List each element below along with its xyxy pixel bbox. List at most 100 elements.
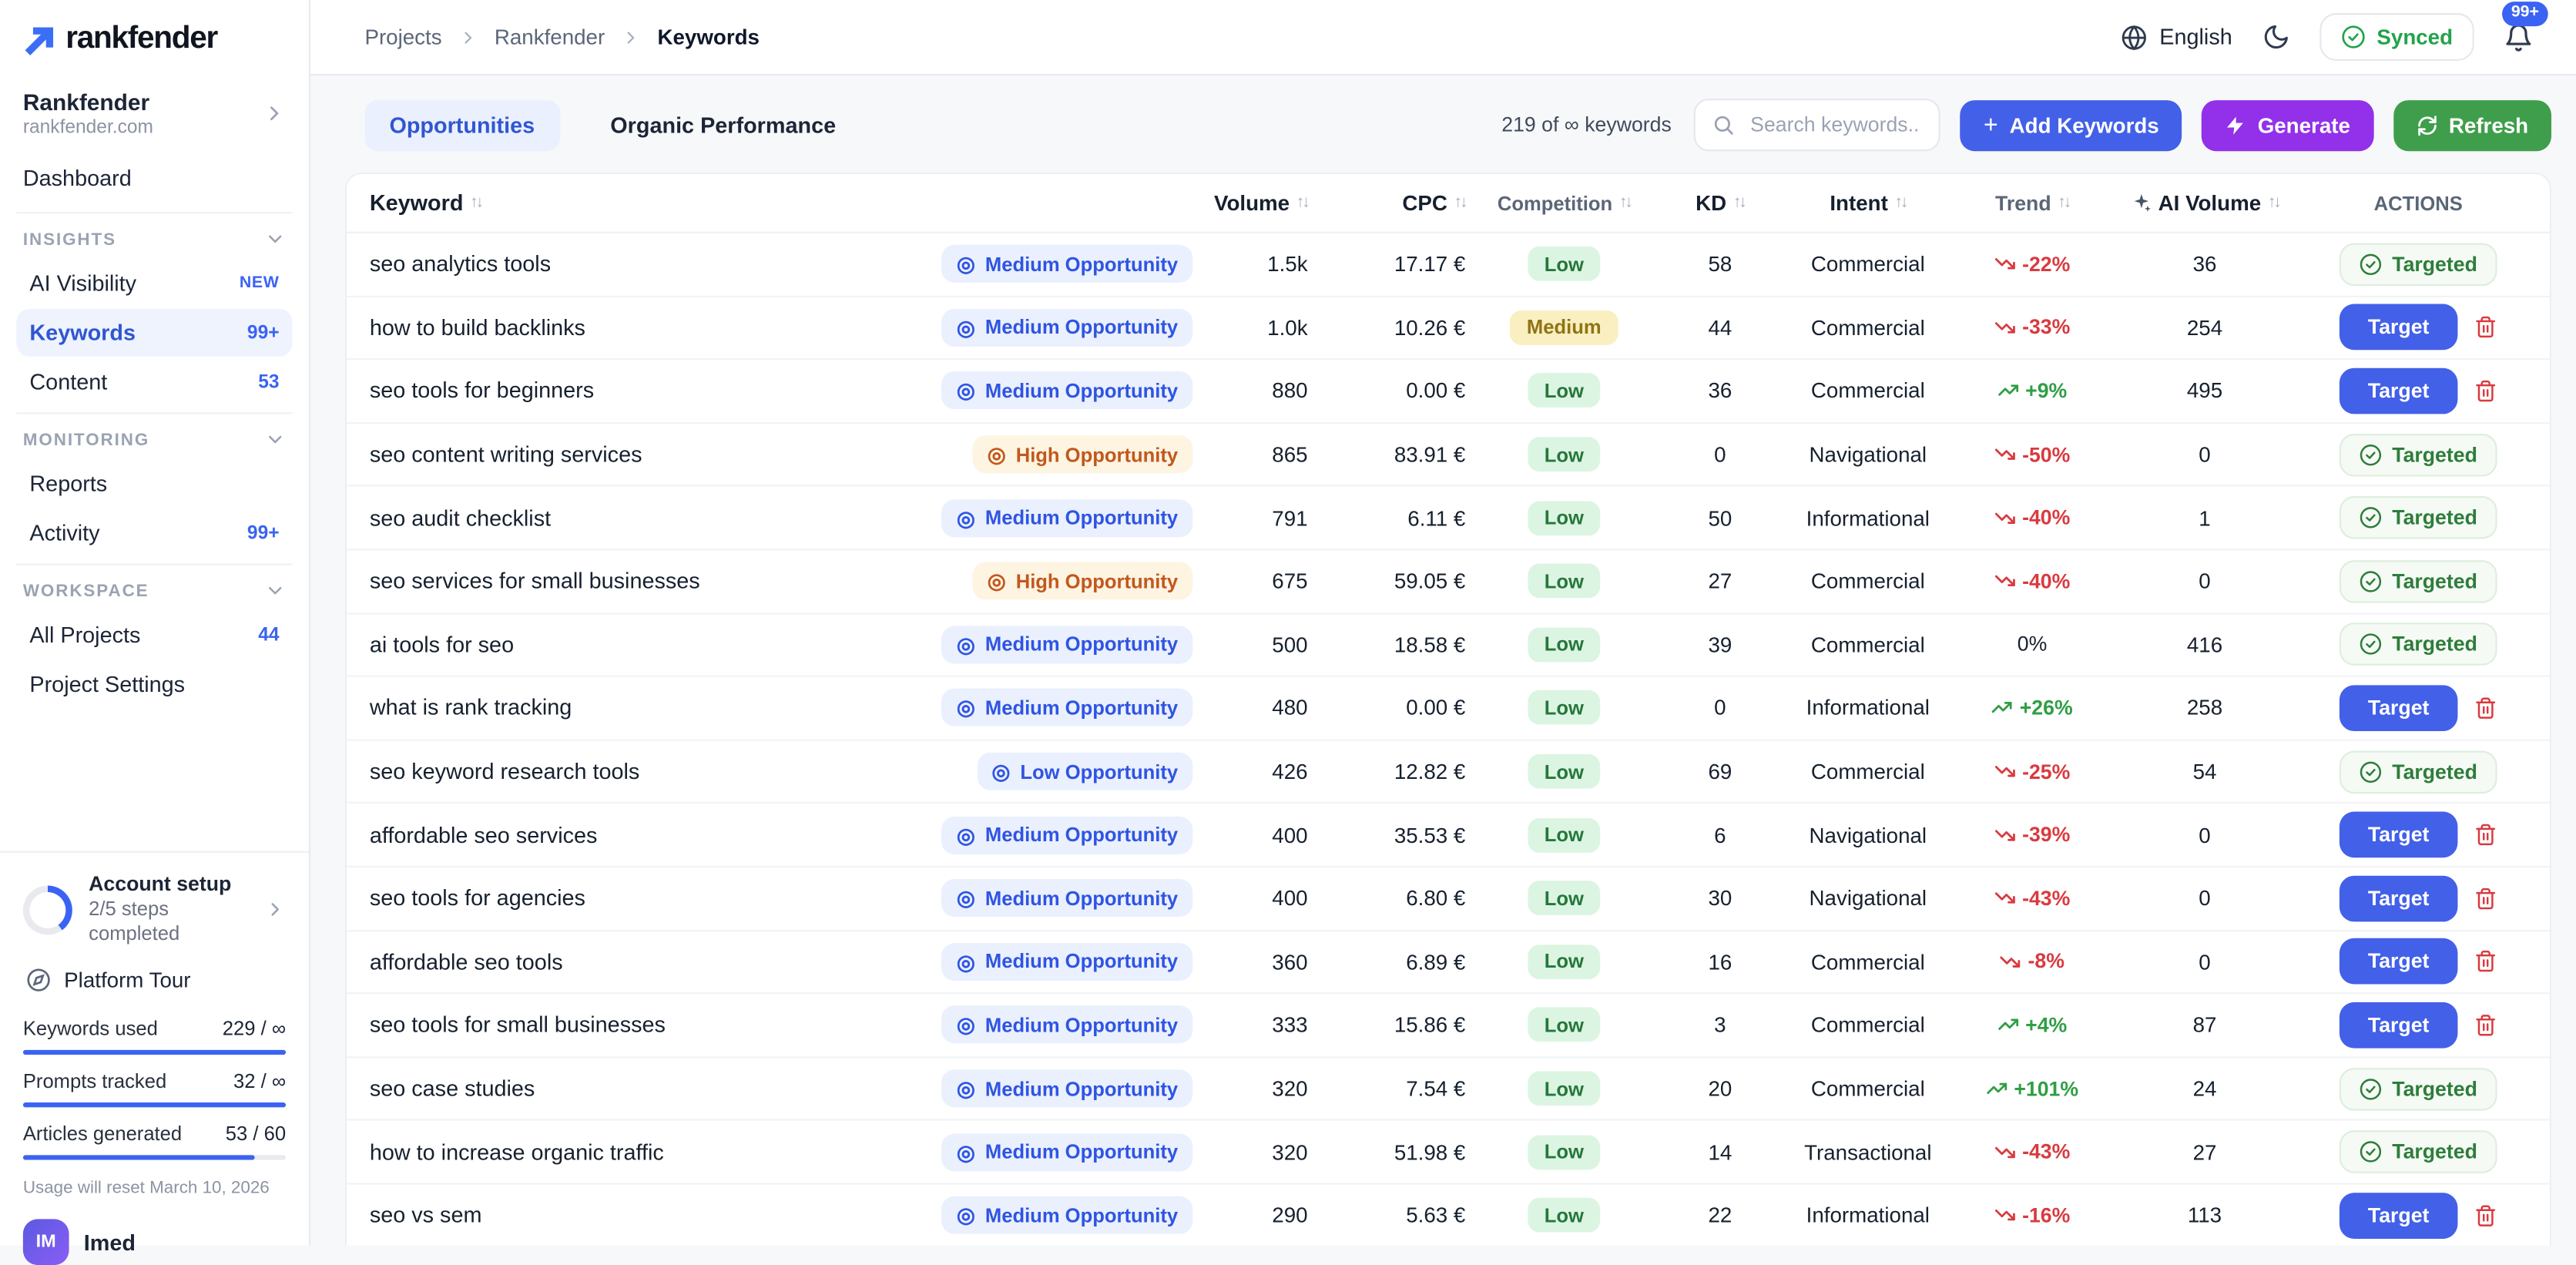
targeted-status-pill[interactable]: Targeted bbox=[2340, 243, 2497, 285]
target-button[interactable]: Target bbox=[2340, 812, 2457, 858]
target-button[interactable]: Target bbox=[2340, 1193, 2457, 1239]
notifications-button[interactable]: 99+ bbox=[2504, 22, 2533, 52]
column-header-intent[interactable]: Intent↑↓ bbox=[1778, 190, 1959, 215]
user-name: Imed bbox=[84, 1230, 136, 1254]
tab-opportunities[interactable]: Opportunities bbox=[364, 99, 559, 150]
volume-cell: 320 bbox=[1192, 1139, 1307, 1164]
table-row: seo tools for beginners◎Medium Opportuni… bbox=[347, 360, 2550, 423]
search-input[interactable] bbox=[1747, 112, 1923, 138]
column-header-kd[interactable]: KD↑↓ bbox=[1662, 190, 1777, 215]
sidebar-item-activity[interactable]: Activity99+ bbox=[16, 509, 292, 557]
trend-cell: 0% bbox=[1958, 633, 2106, 656]
usage-meters: Keywords used229 / ∞Prompts tracked32 / … bbox=[23, 995, 286, 1159]
refresh-button[interactable]: Refresh bbox=[2393, 99, 2551, 150]
sidebar-item-dashboard[interactable]: Dashboard bbox=[0, 151, 309, 205]
keyword-cell[interactable]: seo analytics tools bbox=[347, 252, 982, 277]
column-header-keyword[interactable]: Keyword↑↓ bbox=[347, 190, 1192, 215]
target-button[interactable]: Target bbox=[2340, 685, 2457, 731]
keyword-cell[interactable]: seo audit checklist bbox=[347, 505, 982, 530]
keyword-cell[interactable]: seo tools for beginners bbox=[347, 379, 982, 404]
targeted-status-pill[interactable]: Targeted bbox=[2340, 433, 2497, 475]
usage-metric-value: 53 / 60 bbox=[226, 1122, 286, 1146]
brand-logo[interactable]: rankfender bbox=[0, 0, 309, 72]
targeted-status-pill[interactable]: Targeted bbox=[2340, 623, 2497, 666]
opportunity-badge: ◎Medium Opportunity bbox=[942, 879, 1193, 917]
dark-mode-toggle[interactable] bbox=[2262, 23, 2289, 51]
delete-keyword-button[interactable] bbox=[2474, 1014, 2497, 1037]
targeted-status-pill[interactable]: Targeted bbox=[2340, 560, 2497, 602]
sidebar-item-content[interactable]: Content53 bbox=[16, 358, 292, 406]
delete-keyword-button[interactable] bbox=[2474, 950, 2497, 973]
keyword-cell[interactable]: seo content writing services bbox=[347, 442, 982, 467]
targeted-label: Targeted bbox=[2392, 570, 2477, 593]
sidebar-item-ai-visibility[interactable]: AI VisibilityNEW bbox=[16, 260, 292, 307]
column-header-cpc[interactable]: CPC↑↓ bbox=[1308, 190, 1466, 215]
bell-icon bbox=[2504, 22, 2533, 52]
actions-cell: Target bbox=[2303, 685, 2550, 731]
delete-keyword-button[interactable] bbox=[2474, 696, 2497, 720]
keyword-cell[interactable]: seo tools for agencies bbox=[347, 886, 982, 911]
column-header-volume[interactable]: Volume↑↓ bbox=[1192, 190, 1307, 215]
ai-volume-cell: 113 bbox=[2106, 1203, 2303, 1228]
account-setup-card[interactable]: Account setup 2/5 steps completed bbox=[23, 872, 286, 946]
keyword-cell[interactable]: affordable seo services bbox=[347, 823, 982, 847]
keyword-cell[interactable]: how to increase organic traffic bbox=[347, 1139, 982, 1164]
targeted-label: Targeted bbox=[2392, 760, 2477, 783]
project-switcher[interactable]: Rankfender rankfender.com bbox=[0, 72, 309, 151]
opportunity-cell: ◎Medium Opportunity bbox=[982, 499, 1192, 537]
tab-organic-performance[interactable]: Organic Performance bbox=[585, 99, 860, 150]
keyword-cell[interactable]: how to build backlinks bbox=[347, 315, 982, 340]
competition-cell: Low bbox=[1465, 1072, 1662, 1106]
table-row: seo audit checklist◎Medium Opportunity79… bbox=[347, 487, 2550, 550]
sidebar-item-keywords[interactable]: Keywords99+ bbox=[16, 309, 292, 357]
keyword-cell[interactable]: seo services for small businesses bbox=[347, 569, 982, 593]
delete-keyword-button[interactable] bbox=[2474, 316, 2497, 339]
target-button[interactable]: Target bbox=[2340, 1002, 2457, 1049]
generate-button[interactable]: Generate bbox=[2202, 99, 2373, 150]
keyword-cell[interactable]: ai tools for seo bbox=[347, 632, 982, 657]
sidebar-section-header[interactable]: INSIGHTS bbox=[16, 217, 292, 258]
trending-up-icon bbox=[1991, 697, 2013, 719]
sidebar-item-all-projects[interactable]: All Projects44 bbox=[16, 611, 292, 659]
keyword-cell[interactable]: what is rank tracking bbox=[347, 696, 982, 720]
sidebar-section-header[interactable]: WORKSPACE bbox=[16, 569, 292, 609]
target-button[interactable]: Target bbox=[2340, 875, 2457, 921]
delete-keyword-button[interactable] bbox=[2474, 887, 2497, 910]
column-header-competition[interactable]: Competition↑↓ bbox=[1465, 191, 1662, 214]
intent-cell: Navigational bbox=[1778, 886, 1959, 911]
delete-keyword-button[interactable] bbox=[2474, 824, 2497, 847]
targeted-status-pill[interactable]: Targeted bbox=[2340, 1067, 2497, 1109]
keyword-cell[interactable]: seo keyword research tools bbox=[347, 759, 982, 783]
keyword-cell[interactable]: seo case studies bbox=[347, 1076, 982, 1101]
sidebar-item-project-settings[interactable]: Project Settings bbox=[16, 660, 292, 708]
target-button[interactable]: Target bbox=[2340, 304, 2457, 351]
column-header-ai-volume[interactable]: AI Volume↑↓ bbox=[2106, 190, 2303, 215]
competition-badge: Low bbox=[1528, 437, 1600, 471]
kd-cell: 50 bbox=[1662, 505, 1777, 530]
targeted-status-pill[interactable]: Targeted bbox=[2340, 496, 2497, 539]
sidebar-item-reports[interactable]: Reports bbox=[16, 460, 292, 508]
opportunity-label: Medium Opportunity bbox=[985, 316, 1178, 339]
breadcrumb-project[interactable]: Rankfender bbox=[495, 25, 605, 49]
sidebar-item-label: Content bbox=[29, 370, 107, 394]
opportunity-label: Medium Opportunity bbox=[985, 824, 1178, 847]
add-keywords-button[interactable]: + Add Keywords bbox=[1961, 99, 2182, 150]
user-menu[interactable]: IM Imed bbox=[23, 1219, 286, 1265]
target-button[interactable]: Target bbox=[2340, 938, 2457, 985]
target-button[interactable]: Target bbox=[2340, 368, 2457, 414]
keyword-cell[interactable]: seo tools for small businesses bbox=[347, 1013, 982, 1038]
breadcrumb-projects[interactable]: Projects bbox=[364, 25, 441, 49]
search-icon bbox=[1712, 113, 1736, 136]
column-header-trend[interactable]: Trend↑↓ bbox=[1958, 191, 2106, 214]
sidebar-section-header[interactable]: MONITORING bbox=[16, 418, 292, 458]
delete-keyword-button[interactable] bbox=[2474, 1204, 2497, 1227]
targeted-status-pill[interactable]: Targeted bbox=[2340, 1130, 2497, 1173]
delete-keyword-button[interactable] bbox=[2474, 380, 2497, 403]
opportunity-badge: ◎Medium Opportunity bbox=[942, 1006, 1193, 1044]
platform-tour-button[interactable]: Platform Tour bbox=[23, 946, 286, 995]
sync-status-pill[interactable]: Synced bbox=[2319, 13, 2474, 61]
keyword-cell[interactable]: seo vs sem bbox=[347, 1203, 982, 1228]
keyword-cell[interactable]: affordable seo tools bbox=[347, 949, 982, 974]
language-selector[interactable]: English bbox=[2122, 24, 2232, 50]
targeted-status-pill[interactable]: Targeted bbox=[2340, 750, 2497, 793]
